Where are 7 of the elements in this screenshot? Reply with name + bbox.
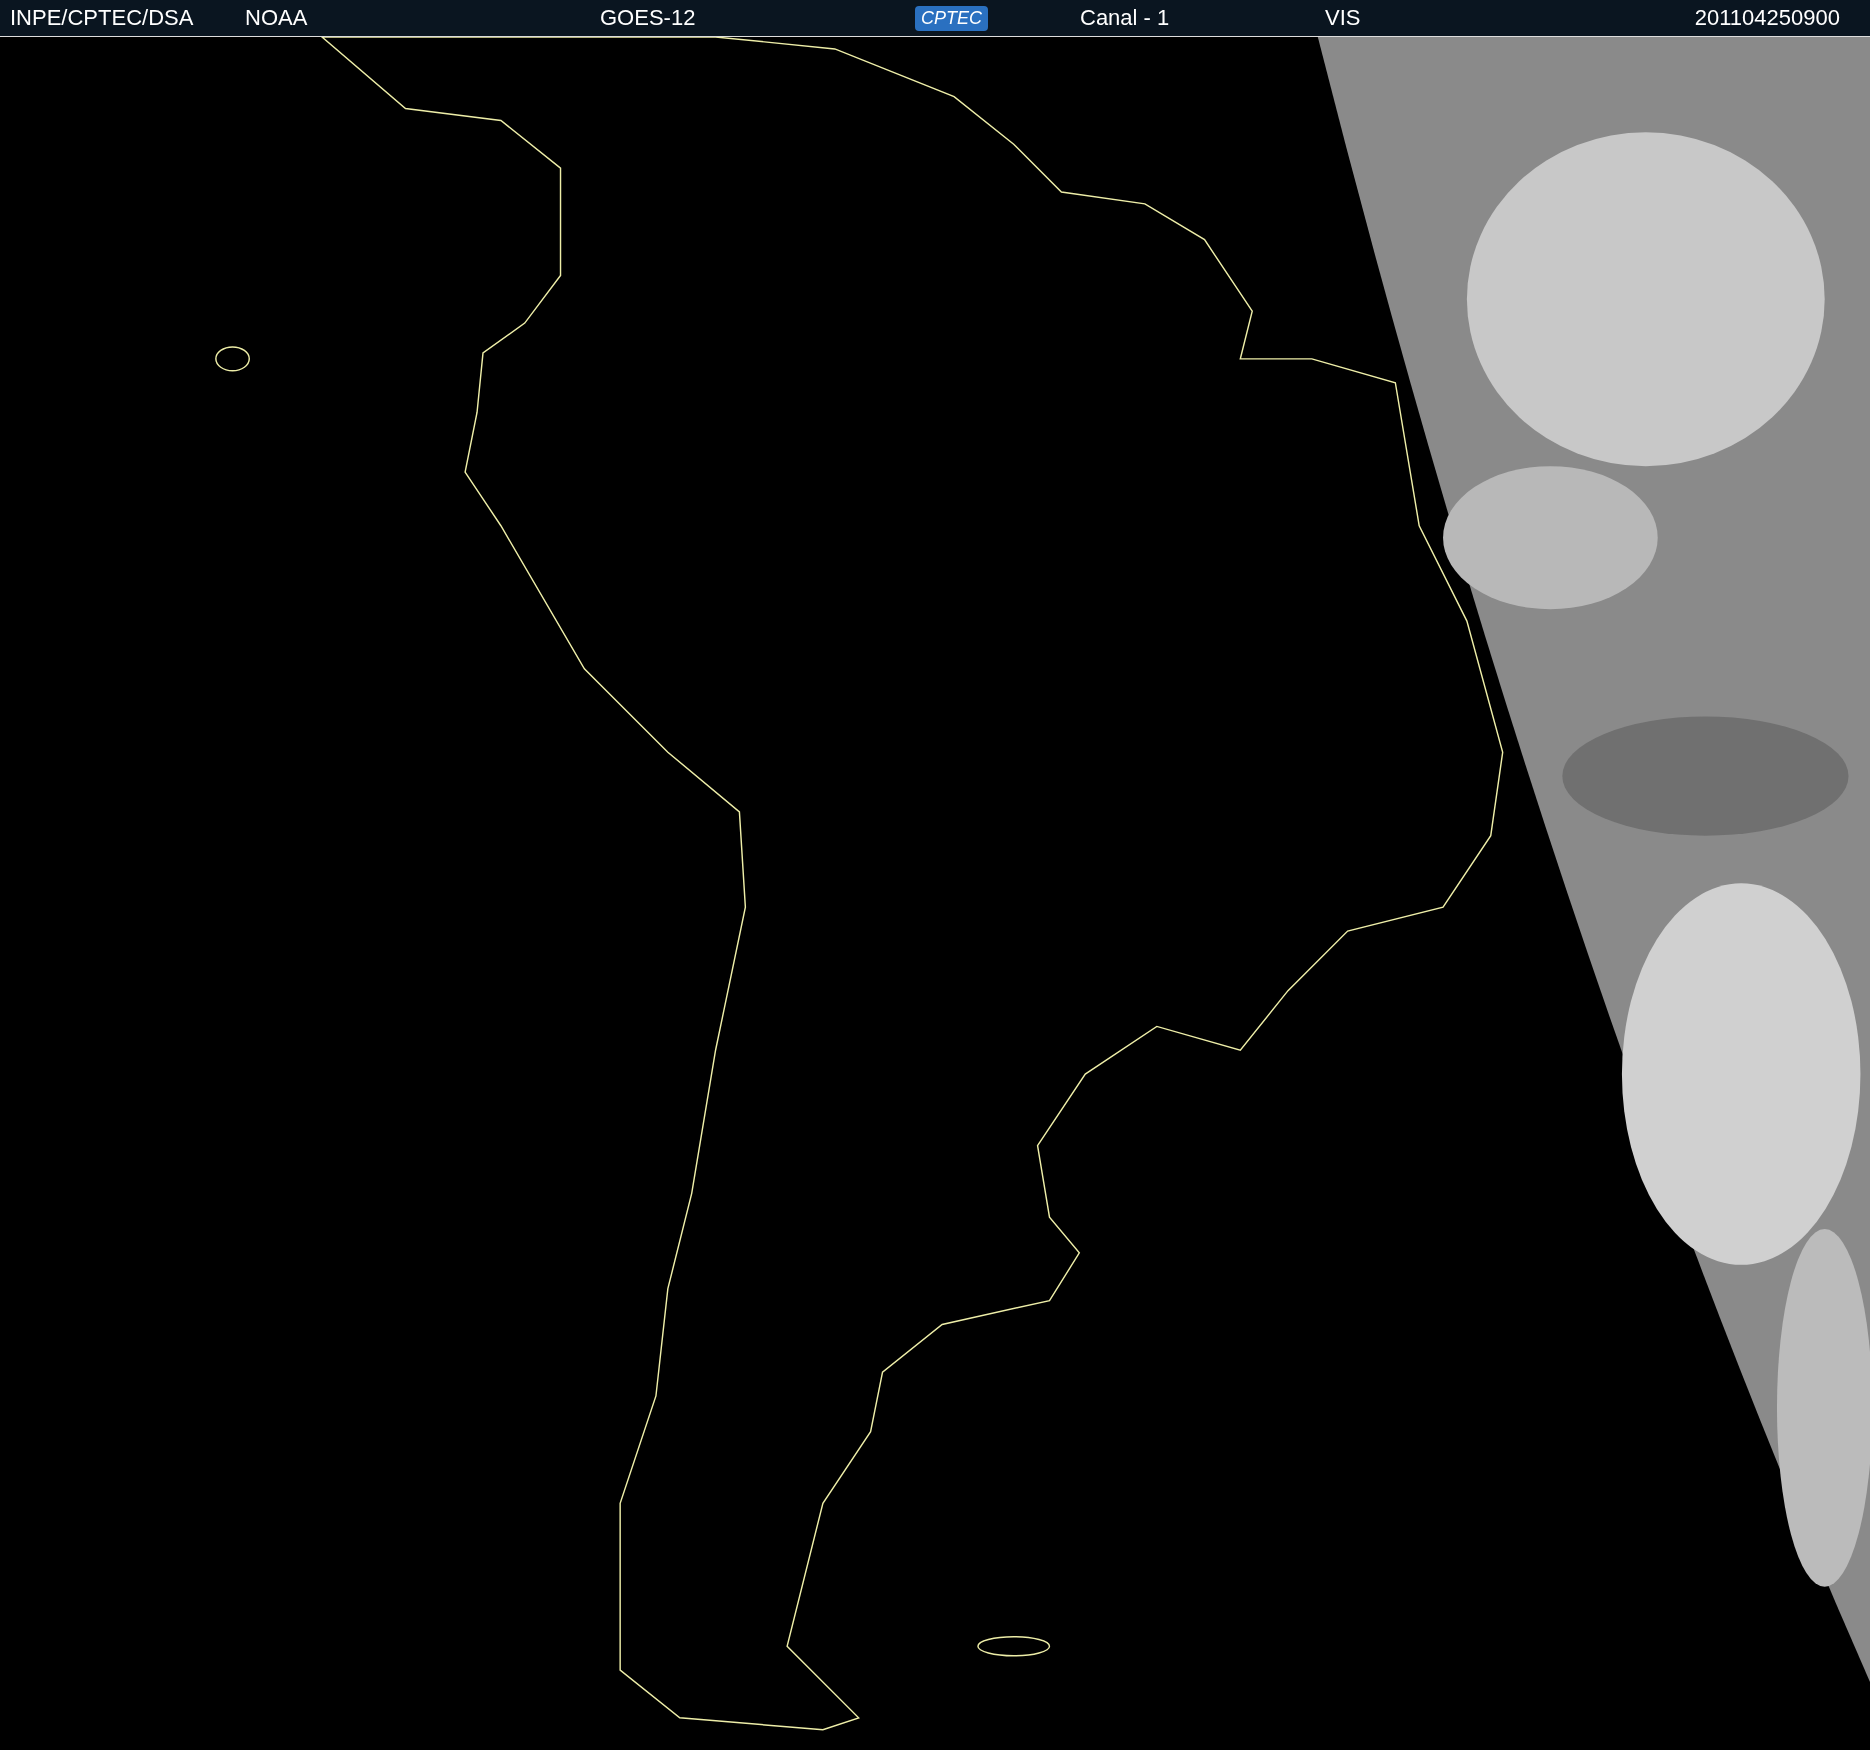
header-text: 201104250900 — [1694, 5, 1840, 31]
header-text: Canal - 1 — [1080, 5, 1170, 31]
header-text: INPE/CPTEC/DSA — [10, 5, 194, 31]
header-text: NOAA — [245, 5, 308, 31]
logo: CPTEC — [915, 5, 988, 31]
header-text: VIS — [1325, 5, 1361, 31]
header-text: GOES-12 — [600, 5, 696, 31]
